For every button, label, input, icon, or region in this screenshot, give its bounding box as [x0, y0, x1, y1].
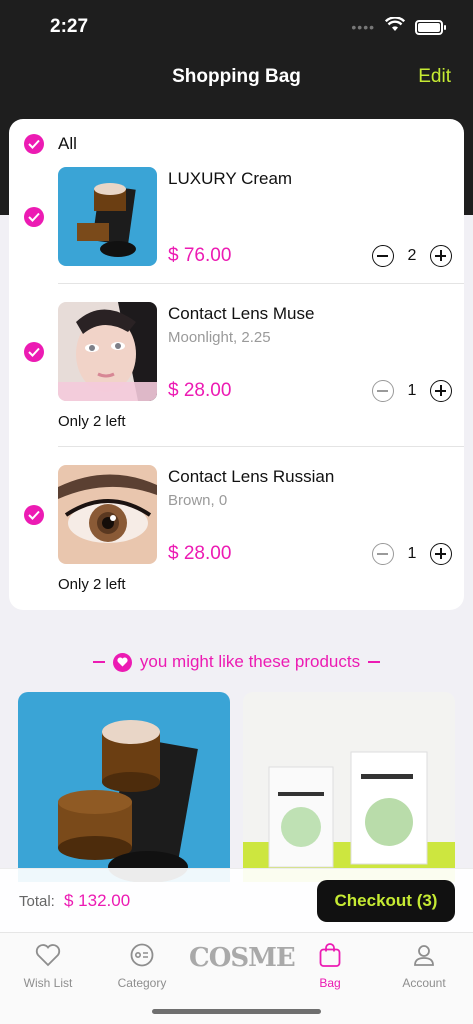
home-indicator	[152, 1009, 321, 1014]
suggestions-title: you might like these products	[139, 652, 361, 671]
brand-logo[interactable]: COSME	[189, 943, 296, 973]
divider	[92, 661, 105, 663]
bag-icon	[283, 941, 377, 969]
increase-button[interactable]	[430, 245, 452, 267]
heart-icon	[1, 941, 95, 969]
item-price: $ 76.00	[168, 245, 232, 266]
stock-notice: Only 2 left	[58, 413, 126, 430]
item-name: Contact Lens Russian	[168, 467, 335, 486]
select-all-checkbox[interactable]	[24, 134, 44, 154]
tab-label: Bag	[319, 976, 341, 990]
quantity-stepper: 2	[372, 245, 452, 267]
category-icon	[95, 941, 189, 969]
suggested-product[interactable]	[18, 692, 230, 882]
increase-button[interactable]	[430, 380, 452, 402]
edit-button[interactable]: Edit	[418, 66, 451, 88]
tab-label: Account	[402, 976, 446, 990]
product-image[interactable]	[58, 167, 157, 266]
product-image[interactable]	[58, 465, 157, 564]
cart-item: Contact Lens Muse Moonlight, 2.25 $ 28.0…	[9, 302, 464, 432]
tab-label: Wish List	[23, 976, 73, 990]
cart-item: Contact Lens Russian Brown, 0 $ 28.00 1 …	[9, 465, 464, 595]
divider	[58, 446, 464, 447]
item-name: Contact Lens Muse	[168, 304, 315, 323]
signal-dots-icon: ••••	[351, 19, 375, 35]
quantity-stepper: 1	[372, 543, 452, 565]
status-time: 2:27	[50, 16, 89, 37]
status-icons: ••••	[351, 16, 446, 37]
user-icon	[377, 941, 471, 969]
item-variant: Moonlight, 2.25	[168, 329, 271, 346]
item-checkbox[interactable]	[24, 207, 44, 227]
tab-wish-list[interactable]: Wish List	[1, 941, 95, 990]
cart-card: All LUXURY Cream $ 76.00 2 Contact Lens …	[9, 119, 464, 610]
select-all-label: All	[58, 134, 77, 153]
item-price: $ 28.00	[168, 380, 232, 401]
cart-item: LUXURY Cream $ 76.00 2	[9, 167, 464, 284]
item-checkbox[interactable]	[24, 342, 44, 362]
page-title: Shopping Bag	[172, 66, 301, 87]
tab-label: Category	[117, 976, 167, 990]
decrease-button[interactable]	[372, 380, 394, 402]
item-price: $ 28.00	[168, 543, 232, 564]
battery-icon	[415, 19, 446, 35]
tab-category[interactable]: Category	[95, 941, 189, 990]
quantity-stepper: 1	[372, 380, 452, 402]
divider	[368, 661, 381, 663]
checkout-bar: Total: $ 132.00 Checkout (3)	[0, 868, 473, 932]
product-image[interactable]	[58, 302, 157, 401]
quantity-value: 2	[407, 247, 417, 264]
decrease-button[interactable]	[372, 543, 394, 565]
quantity-value: 1	[407, 382, 417, 399]
suggested-product[interactable]	[243, 692, 455, 882]
suggestions-heading: you might like these products	[0, 652, 473, 672]
decrease-button[interactable]	[372, 245, 394, 267]
checkout-button[interactable]: Checkout (3)	[317, 880, 455, 922]
increase-button[interactable]	[430, 543, 452, 565]
total-label: Total:	[19, 893, 55, 910]
tab-account[interactable]: Account	[377, 941, 471, 990]
divider	[58, 283, 464, 284]
total-value: $ 132.00	[64, 891, 131, 910]
item-variant: Brown, 0	[168, 492, 228, 509]
wifi-icon	[384, 16, 406, 37]
heart-icon	[112, 652, 132, 672]
tab-bag[interactable]: Bag	[283, 941, 377, 990]
stock-notice: Only 2 left	[58, 576, 126, 593]
quantity-value: 1	[407, 545, 417, 562]
item-name: LUXURY Cream	[168, 169, 293, 188]
item-checkbox[interactable]	[24, 505, 44, 525]
